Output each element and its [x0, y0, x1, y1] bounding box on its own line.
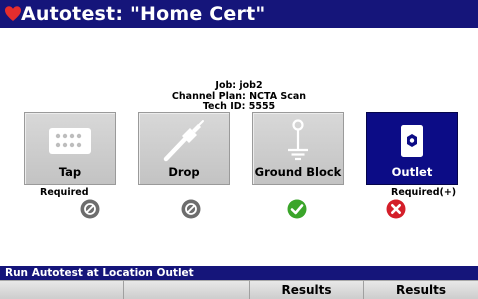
requirement-label-outlet: Required(+): [391, 187, 457, 198]
softkey-bar: Results Results: [0, 280, 478, 299]
status-message: Run Autotest at Location Outlet: [5, 267, 194, 279]
location-button-ground-block[interactable]: Ground Block: [252, 112, 344, 185]
location-label: Ground Block: [254, 165, 342, 179]
requirement-label-tap: Required: [40, 187, 89, 198]
status-bar: Run Autotest at Location Outlet: [0, 266, 478, 280]
softkey-2[interactable]: [123, 280, 249, 299]
job-info: Job: job2 Channel Plan: NCTA Scan Tech I…: [0, 80, 478, 113]
window-title: Autotest: "Home Cert": [21, 3, 266, 25]
softkey-results-2[interactable]: Results: [363, 280, 478, 299]
location-label: Tap: [58, 165, 82, 179]
not-tested-icon: [80, 199, 100, 219]
location-label: Outlet: [391, 165, 433, 179]
job-name: Job: job2: [215, 80, 263, 91]
autotest-screen: Autotest: "Home Cert" Job: job2 Channel …: [0, 0, 478, 299]
ground-block-icon: [253, 119, 343, 163]
outlet-icon: [367, 119, 457, 163]
title-bar: Autotest: "Home Cert": [0, 0, 478, 28]
drop-cable-icon: [139, 119, 229, 163]
tech-id: Tech ID: 5555: [202, 101, 276, 112]
tap-icon: [25, 119, 115, 163]
softkey-results-1[interactable]: Results: [249, 280, 363, 299]
location-button-tap[interactable]: Tap: [24, 112, 116, 185]
location-button-outlet[interactable]: Outlet: [366, 112, 458, 185]
location-label: Drop: [168, 165, 200, 179]
softkey-1[interactable]: [0, 280, 123, 299]
not-tested-icon: [181, 199, 201, 219]
location-button-drop[interactable]: Drop: [138, 112, 230, 185]
heart-icon: [5, 6, 21, 21]
fail-x-icon: [386, 199, 406, 219]
pass-check-icon: [287, 199, 307, 219]
